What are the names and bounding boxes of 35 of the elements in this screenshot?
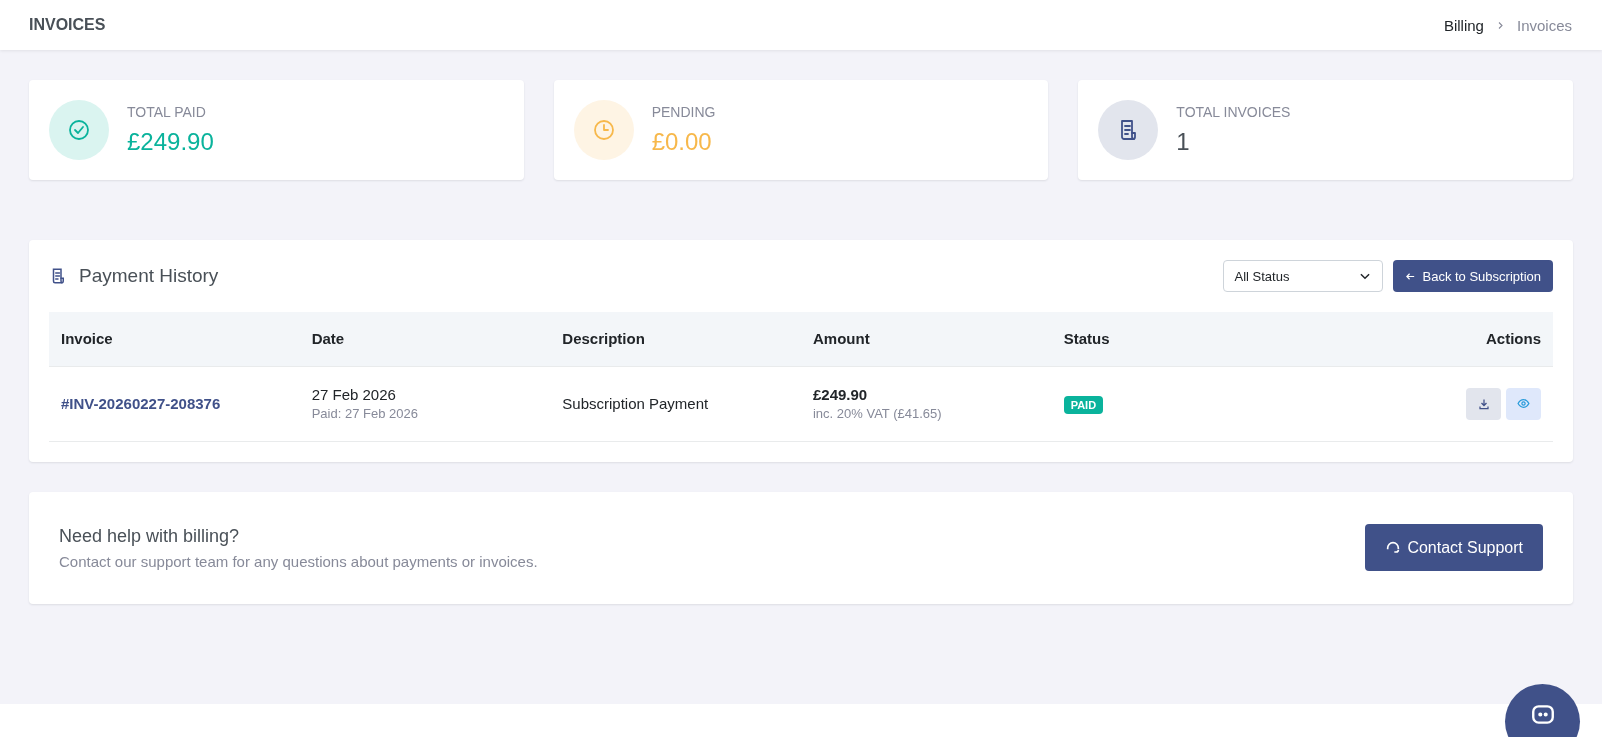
column-header: Date bbox=[299, 312, 551, 366]
stat-value: 1 bbox=[1176, 128, 1191, 156]
vat-text: inc. 20% VAT (£41.65) bbox=[812, 406, 943, 421]
stat-value: £249.90 bbox=[127, 128, 214, 156]
breadcrumb-link[interactable]: Billing bbox=[1443, 16, 1484, 34]
status-badge: PAID bbox=[1063, 396, 1104, 414]
chat-button[interactable] bbox=[1505, 684, 1580, 737]
stat-label: TOTAL PAID bbox=[127, 104, 207, 120]
amount-text: £249.90 bbox=[812, 386, 869, 403]
back-button[interactable]: Back to Subscription bbox=[1393, 260, 1553, 292]
download-button[interactable] bbox=[1466, 387, 1501, 420]
description-text: Subscription Payment bbox=[562, 395, 709, 412]
column-header: Amount bbox=[800, 312, 1052, 366]
paid-date: Paid: 27 Feb 2026 bbox=[311, 406, 419, 421]
stat-label: PENDING bbox=[651, 104, 716, 120]
invoice-link[interactable]: #INV-20260227-208376 bbox=[61, 395, 221, 412]
page-title: INVOICES bbox=[29, 16, 106, 34]
column-header: Description bbox=[550, 312, 801, 366]
stat-value: £0.00 bbox=[651, 128, 713, 156]
contact-support-button[interactable]: Contact Support bbox=[1365, 524, 1543, 571]
help-title: Need help with billing? bbox=[59, 525, 241, 547]
check-circle-icon bbox=[49, 100, 109, 160]
help-text: Contact our support team for any questions about payments or invoices. bbox=[59, 552, 538, 570]
headset-icon bbox=[1385, 539, 1402, 556]
view-button[interactable] bbox=[1506, 387, 1541, 420]
status-select[interactable]: All Status bbox=[1223, 260, 1384, 292]
section-title: Payment History bbox=[79, 265, 219, 287]
download-icon bbox=[1477, 397, 1490, 410]
invoice-date: 27 Feb 2026 bbox=[311, 386, 397, 403]
column-header: Actions bbox=[1302, 312, 1553, 366]
breadcrumb-link[interactable]: Invoices bbox=[1516, 16, 1572, 34]
column-header: Status bbox=[1051, 312, 1303, 366]
eye-icon bbox=[1517, 397, 1530, 410]
stat-label: TOTAL INVOICES bbox=[1176, 104, 1291, 120]
column-header: Invoice bbox=[49, 312, 300, 366]
